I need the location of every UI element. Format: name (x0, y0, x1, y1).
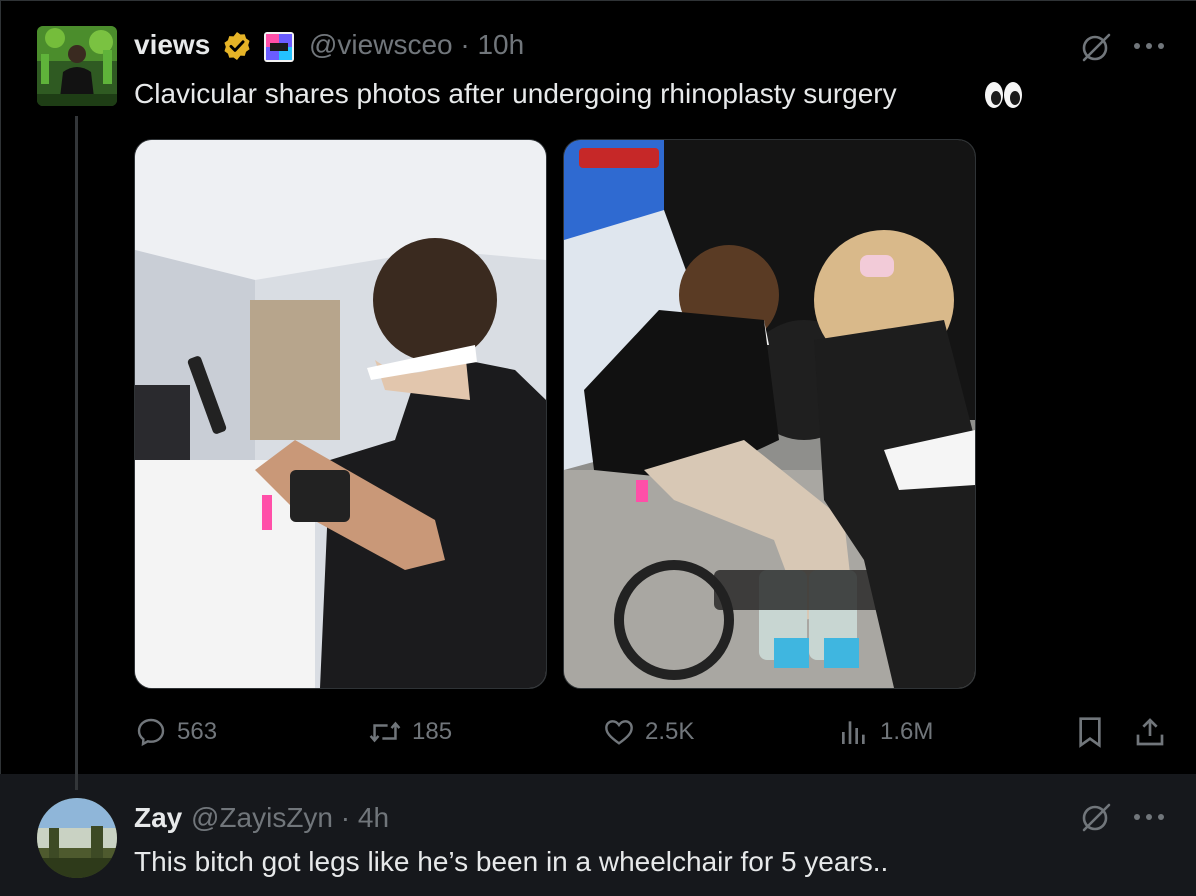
post-avatar[interactable] (37, 26, 117, 106)
post-author-handle[interactable]: @viewsceo (309, 29, 453, 60)
verified-badge-icon (221, 30, 253, 67)
share-icon[interactable] (1134, 716, 1166, 748)
grok-icon[interactable] (1079, 30, 1113, 64)
reply-timestamp[interactable]: 4h (358, 802, 389, 833)
post-author-name[interactable]: views (134, 29, 210, 61)
reply-author-handle-line: @ZayisZyn · 4h (191, 802, 389, 834)
reply-avatar[interactable] (37, 798, 117, 878)
reply-handle-separator: · (340, 802, 351, 833)
repost-icon (369, 721, 401, 743)
analytics-icon (842, 721, 865, 744)
like-count: 2.5K (645, 718, 695, 745)
reply-grok-icon[interactable] (1079, 800, 1113, 834)
frame-border-top (0, 0, 1196, 1)
post-text: Clavicular shares photos after undergoin… (134, 78, 897, 109)
views-button[interactable]: 1.6M (838, 716, 933, 748)
repost-count: 185 (412, 718, 453, 745)
reply-icon (137, 718, 165, 747)
handle-separator: · (460, 29, 470, 60)
heart-icon (605, 720, 633, 745)
reply-count: 563 (177, 718, 218, 745)
frame-border-left (0, 0, 1, 896)
like-button[interactable]: 2.5K (603, 716, 694, 748)
reply-author-name[interactable]: Zay (134, 802, 182, 834)
post-photo-2[interactable] (563, 139, 976, 689)
views-count: 1.6M (880, 718, 934, 745)
repost-button[interactable]: 185 (368, 716, 452, 748)
reply-more-options-icon[interactable] (1133, 813, 1165, 821)
eyes-emoji-icon (984, 79, 1024, 116)
more-options-icon[interactable] (1133, 42, 1165, 50)
bookmark-icon[interactable] (1075, 716, 1105, 748)
post-author-handle-line: @viewsceo · 10h (309, 29, 524, 61)
affiliate-badge-icon[interactable] (264, 32, 294, 62)
reply-author-handle[interactable]: @ZayisZyn (191, 802, 333, 833)
post-photo-1[interactable] (134, 139, 547, 689)
reply-text: This bitch got legs like he’s been in a … (134, 846, 889, 877)
reply-button[interactable]: 563 (135, 716, 217, 748)
post-timestamp[interactable]: 10h (477, 29, 524, 60)
thread-connector-line-overlay (75, 116, 78, 790)
